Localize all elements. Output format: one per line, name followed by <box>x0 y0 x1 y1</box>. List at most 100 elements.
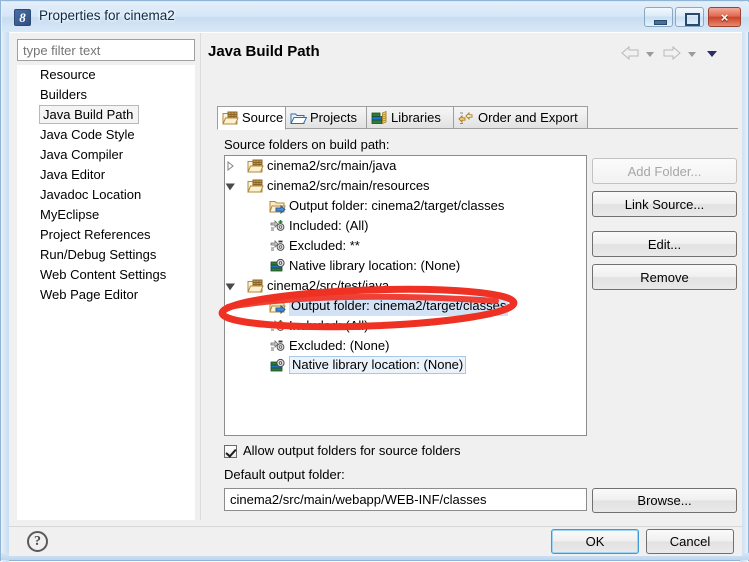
tab-libraries[interactable]: Libraries <box>366 106 454 129</box>
build-path-tabs[interactable]: Source Projects Libraries Order and Export <box>217 106 738 130</box>
sidebar-item-web-page-editor[interactable]: Web Page Editor <box>17 285 195 305</box>
close-button[interactable]: × <box>708 7 741 27</box>
default-output-folder-input[interactable] <box>224 488 587 511</box>
tree-row-label: Native library location: (None) <box>289 356 467 374</box>
order-export-icon <box>458 111 473 124</box>
included-icon <box>270 220 285 231</box>
tree-row[interactable]: Included: (All) <box>225 216 586 236</box>
native-library-icon <box>270 358 285 372</box>
tree-row-label: cinema2/src/test/java <box>267 278 390 293</box>
sidebar-item-run-debug-settings[interactable]: Run/Debug Settings <box>17 245 195 265</box>
window-title: Properties for cinema2 <box>39 8 175 23</box>
package-folder-icon <box>222 111 239 125</box>
eclipse-properties-icon: 8 <box>14 9 31 26</box>
close-icon: × <box>720 10 729 25</box>
tab-label: Projects <box>310 110 357 125</box>
tree-row-label: Included: (All) <box>289 318 369 333</box>
dialog-footer: ? OK Cancel <box>9 527 742 556</box>
tree-row[interactable]: Native library location: (None) <box>225 356 586 376</box>
books-icon <box>371 110 387 125</box>
ok-button[interactable]: OK <box>551 529 639 554</box>
add-folder-button[interactable]: Add Folder... <box>592 158 737 184</box>
link-source-button[interactable]: Link Source... <box>592 191 737 217</box>
package-folder-icon <box>247 279 264 293</box>
tree-row[interactable]: Output folder: cinema2/target/classes <box>225 196 586 216</box>
minimize-button[interactable] <box>644 7 673 27</box>
package-folder-icon <box>247 179 264 193</box>
tree-row[interactable]: Native library location: (None) <box>225 256 586 276</box>
package-folder-icon <box>247 159 264 173</box>
default-output-folder-label: Default output folder: <box>224 467 345 482</box>
maximize-icon <box>676 8 703 26</box>
sidebar-item-web-content-settings[interactable]: Web Content Settings <box>17 265 195 285</box>
excluded-icon <box>270 240 285 251</box>
open-folder-icon <box>290 113 307 124</box>
tree-collapse-arrow-icon[interactable] <box>225 281 235 291</box>
page-title: Java Build Path <box>208 43 320 60</box>
back-arrow-icon[interactable] <box>620 45 640 61</box>
navigation-arrows <box>620 45 730 63</box>
sidebar-item-resource[interactable]: Resource <box>17 65 195 85</box>
tree-row-label: cinema2/src/main/java <box>267 158 397 173</box>
sidebar-item-java-code-style[interactable]: Java Code Style <box>17 125 195 145</box>
native-library-icon <box>270 258 285 272</box>
tree-row[interactable]: cinema2/src/main/java <box>225 156 586 176</box>
source-folders-tree[interactable]: cinema2/src/main/java cinema2/src/main/re… <box>224 155 587 436</box>
output-folder-icon <box>269 301 286 314</box>
maximize-button[interactable] <box>675 7 704 27</box>
edit-button[interactable]: Edit... <box>592 231 737 257</box>
tree-row[interactable]: Excluded: (None) <box>225 336 586 356</box>
title-bar[interactable]: 8 Properties for cinema2 × <box>2 2 749 32</box>
settings-category-tree[interactable]: Resource Builders Java Build Path Java Code… <box>17 65 195 520</box>
tree-row-label: cinema2/src/main/resources <box>267 178 430 193</box>
tree-row-label: Output folder: cinema2/target/classes <box>289 198 505 213</box>
tree-collapse-arrow-icon[interactable] <box>225 181 235 191</box>
tab-source[interactable]: Source <box>217 106 286 130</box>
tree-row-label: Excluded: (None) <box>289 338 390 353</box>
tree-row-label: Output folder: cinema2/target/classes <box>289 296 509 316</box>
cancel-button[interactable]: Cancel <box>646 529 734 554</box>
tab-label: Source <box>242 110 284 125</box>
tree-row-label: Excluded: ** <box>289 238 360 253</box>
tree-expand-arrow-icon[interactable] <box>225 161 235 171</box>
tab-underline <box>217 128 738 129</box>
help-question-icon[interactable]: ? <box>27 531 48 552</box>
allow-output-folders-checkbox[interactable] <box>224 445 237 458</box>
filter-input[interactable] <box>17 39 195 61</box>
sidebar-item-myeclipse[interactable]: MyEclipse <box>17 205 195 225</box>
window-frame-left <box>1 1 9 562</box>
minimize-icon <box>645 8 672 26</box>
excluded-icon <box>270 340 285 351</box>
tree-row[interactable]: Output folder: cinema2/target/classes <box>225 296 586 316</box>
tab-label: Libraries <box>391 110 441 125</box>
sidebar-item-java-compiler[interactable]: Java Compiler <box>17 145 195 165</box>
source-folders-label: Source folders on build path: <box>224 137 390 152</box>
tab-order-and-export[interactable]: Order and Export <box>453 106 588 129</box>
sidebar-item-java-editor[interactable]: Java Editor <box>17 165 195 185</box>
browse-button[interactable]: Browse... <box>592 488 737 513</box>
sidebar-item-label: Java Build Path <box>39 105 140 124</box>
dialog-client-area: ResourceBuildersJava Build PathJava Code… <box>9 32 742 556</box>
tab-label: Order and Export <box>478 110 578 125</box>
forward-chevron-down-icon[interactable] <box>687 50 697 58</box>
tree-row-label: Included: (All) <box>289 218 369 233</box>
remove-button[interactable]: Remove <box>592 264 737 290</box>
sidebar-item-builders[interactable]: Builders <box>17 85 195 105</box>
sidebar-item-project-references[interactable]: Project References <box>17 225 195 245</box>
chevron-down-filled-icon[interactable] <box>706 50 718 58</box>
properties-dialog-window: 8 Properties for cinema2 × ResourceBuild… <box>0 0 749 562</box>
allow-output-folders-label: Allow output folders for source folders <box>243 443 461 458</box>
included-icon <box>270 320 285 331</box>
sidebar-item-javadoc-location[interactable]: Javadoc Location <box>17 185 195 205</box>
forward-arrow-icon[interactable] <box>662 45 682 61</box>
tree-row[interactable]: Excluded: ** <box>225 236 586 256</box>
tab-projects[interactable]: Projects <box>285 106 367 129</box>
output-folder-icon <box>269 201 286 214</box>
back-chevron-down-icon[interactable] <box>645 50 655 58</box>
sidebar-item-java-build-path[interactable]: Java Build Path <box>17 105 195 125</box>
tree-row-label: Native library location: (None) <box>289 258 461 273</box>
tree-row[interactable]: Included: (All) <box>225 316 586 336</box>
tree-row[interactable]: cinema2/src/main/resources <box>225 176 586 196</box>
pane-divider <box>200 33 201 520</box>
tree-row[interactable]: cinema2/src/test/java <box>225 276 586 296</box>
